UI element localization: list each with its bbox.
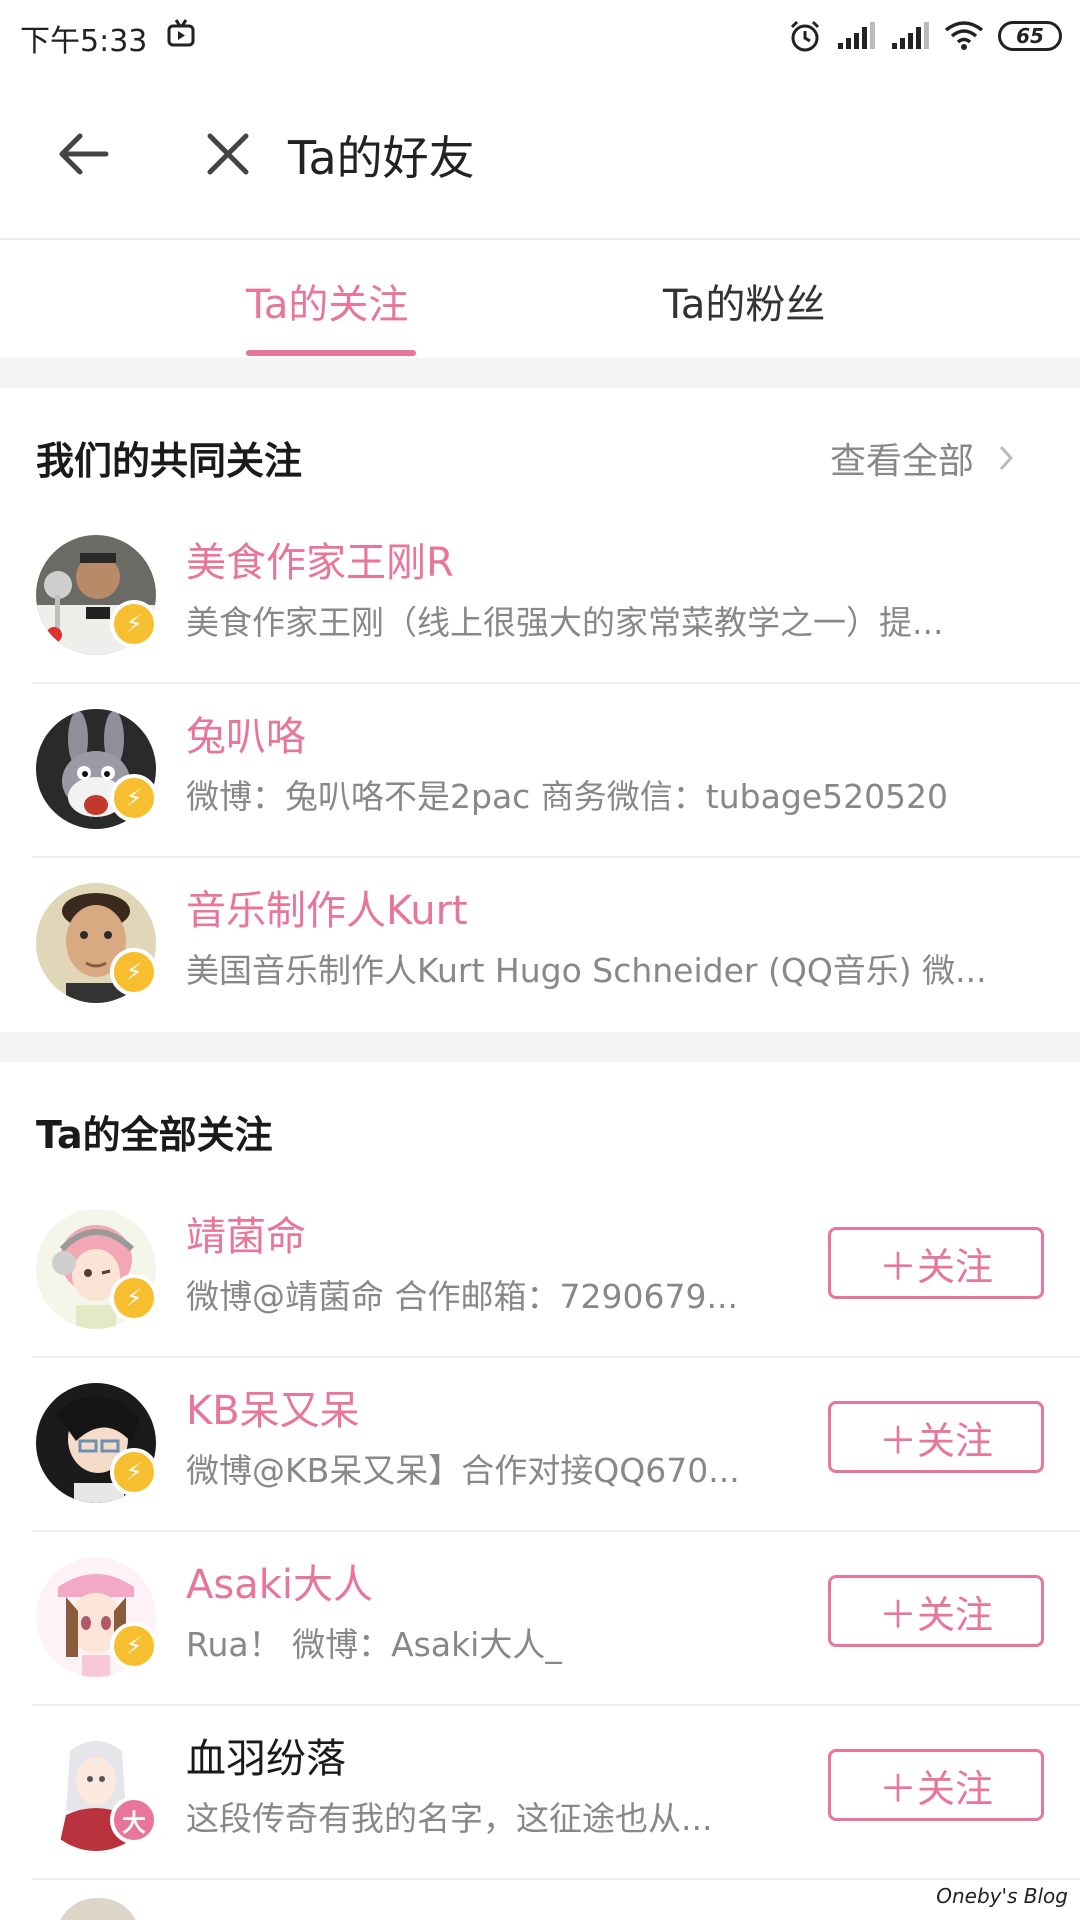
user-description: 美食作家王刚（线上很强大的家常菜教学之一）提...: [186, 603, 944, 642]
user-name: 美食作家王刚R: [186, 540, 454, 586]
follow-button[interactable]: ＋关注: [828, 1227, 1044, 1299]
tab-fans[interactable]: Ta的粉丝: [663, 272, 825, 330]
follow-button[interactable]: ＋关注: [828, 1575, 1044, 1647]
page-title: Ta的好友: [288, 131, 475, 185]
wifi-icon: [944, 21, 984, 50]
signal-icon-2: [892, 22, 929, 49]
user-name: Asaki大人: [186, 1562, 373, 1608]
user-description: 微博@KB呆又呆】合作对接QQ670...: [186, 1451, 740, 1490]
user-description: 微博@靖菌命 合作邮箱：7290679...: [186, 1277, 738, 1316]
user-description: 微博：兔叭咯不是2pac 商务微信：tubage520520: [186, 777, 949, 816]
list-item[interactable]: ⚡ KB呆又呆 微博@KB呆又呆】合作对接QQ670... ＋关注: [0, 1358, 1080, 1532]
user-description: 美国音乐制作人Kurt Hugo Schneider (QQ音乐) 微...: [186, 951, 987, 990]
close-icon[interactable]: [196, 122, 260, 186]
section-divider: [0, 358, 1080, 388]
list-item[interactable]: ⚡ Asaki大人 Rua！ 微博：Asaki大人_ ＋关注: [0, 1532, 1080, 1706]
lightning-badge-icon: ⚡: [110, 600, 158, 648]
tab-bar: Ta的关注 Ta的粉丝: [0, 240, 1080, 358]
follow-button[interactable]: ＋关注: [828, 1749, 1044, 1821]
active-tab-indicator: [246, 350, 416, 356]
view-all-label: 查看全部: [830, 441, 975, 482]
user-name: 血羽纷落: [186, 1736, 346, 1782]
user-name: 音乐制作人Kurt: [186, 888, 468, 934]
list-item[interactable]: ⚡ 音乐制作人Kurt 美国音乐制作人Kurt Hugo Schneider (…: [0, 858, 1080, 1032]
status-time: 下午5:33: [20, 24, 148, 59]
big-v-badge-icon: 大: [110, 1796, 158, 1844]
user-name: 兔叭咯: [186, 714, 306, 760]
user-description: Rua！ 微博：Asaki大人_: [186, 1625, 562, 1664]
lightning-badge-icon: ⚡: [110, 1448, 158, 1496]
back-arrow-icon[interactable]: [52, 122, 116, 186]
avatar: [56, 1898, 140, 1920]
signal-icon: [838, 22, 875, 49]
lightning-badge-icon: ⚡: [110, 1622, 158, 1670]
lightning-badge-icon: ⚡: [110, 774, 158, 822]
user-name: KB呆又呆: [186, 1388, 360, 1434]
user-name: 靖菌命: [186, 1214, 306, 1260]
battery-indicator: 65: [998, 21, 1062, 51]
lightning-badge-icon: ⚡: [110, 948, 158, 996]
section-divider: [0, 1032, 1080, 1062]
list-item-partial[interactable]: [0, 1880, 1080, 1920]
tv-icon: [167, 19, 195, 47]
list-item[interactable]: ⚡ 美食作家王刚R 美食作家王刚（线上很强大的家常菜教学之一）提...: [0, 510, 1080, 684]
view-all-link[interactable]: 查看全部: [830, 432, 1014, 484]
header-bar: Ta的好友: [0, 72, 1080, 240]
tab-following[interactable]: Ta的关注: [246, 272, 408, 330]
status-bar: 下午5:33 65: [0, 0, 1080, 72]
lightning-badge-icon: ⚡: [110, 1274, 158, 1322]
list-item[interactable]: ⚡ 靖菌命 微博@靖菌命 合作邮箱：7290679... ＋关注: [0, 1184, 1080, 1358]
user-description: 这段传奇有我的名字，这征途也从...: [186, 1799, 713, 1838]
chevron-right-icon: [999, 445, 1014, 471]
section-title-common: 我们的共同关注: [36, 439, 303, 483]
follow-button[interactable]: ＋关注: [828, 1401, 1044, 1473]
section-title-all: Ta的全部关注: [36, 1113, 273, 1157]
watermark: Oneby's Blog: [936, 1884, 1068, 1908]
list-item[interactable]: ⚡ 兔叭咯 微博：兔叭咯不是2pac 商务微信：tubage520520: [0, 684, 1080, 858]
status-icons: 65: [788, 16, 1062, 56]
list-item[interactable]: 大 血羽纷落 这段传奇有我的名字，这征途也从... ＋关注: [0, 1706, 1080, 1880]
alarm-icon: [790, 20, 820, 52]
